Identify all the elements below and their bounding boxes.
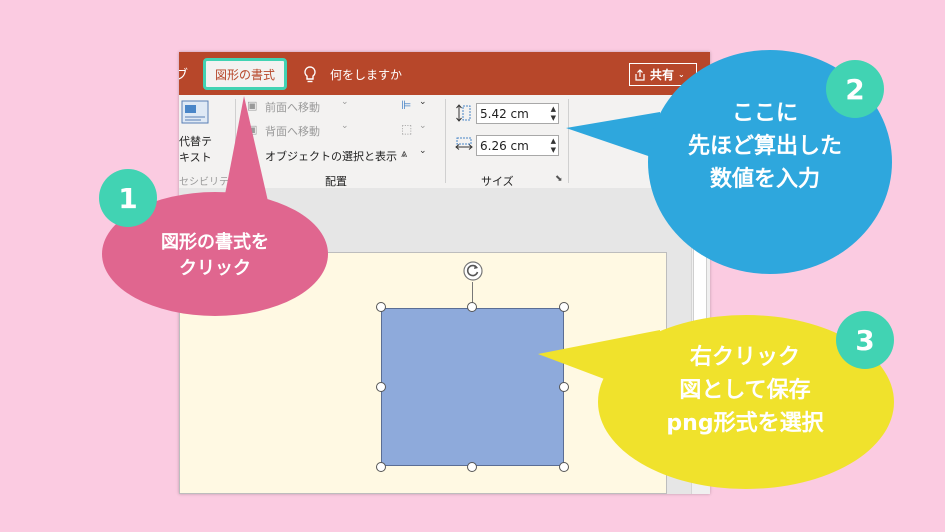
callout-1-line-2: クリック (179, 258, 251, 280)
callout-2-line-2: 先ほど算出した (687, 134, 842, 159)
callout-2-line-1: ここに (731, 101, 798, 126)
callout-3-line-2: 図として保存 (679, 378, 811, 403)
callout-1-badge: 1 (99, 169, 157, 227)
callout-3-line-3: png形式を選択 (666, 411, 824, 436)
callout-2-pointer (566, 112, 660, 160)
callout-1-text: 図形の書式を クリック (115, 230, 315, 282)
callout-3-line-1: 右クリック (689, 345, 800, 370)
callout-2-line-3: 数値を入力 (709, 167, 820, 192)
callout-1-line-1: 図形の書式を (161, 232, 269, 253)
callout-2-text: ここに 先ほど算出した 数値を入力 (650, 97, 880, 196)
callout-3-text: 右クリック 図として保存 png形式を選択 (630, 341, 860, 440)
